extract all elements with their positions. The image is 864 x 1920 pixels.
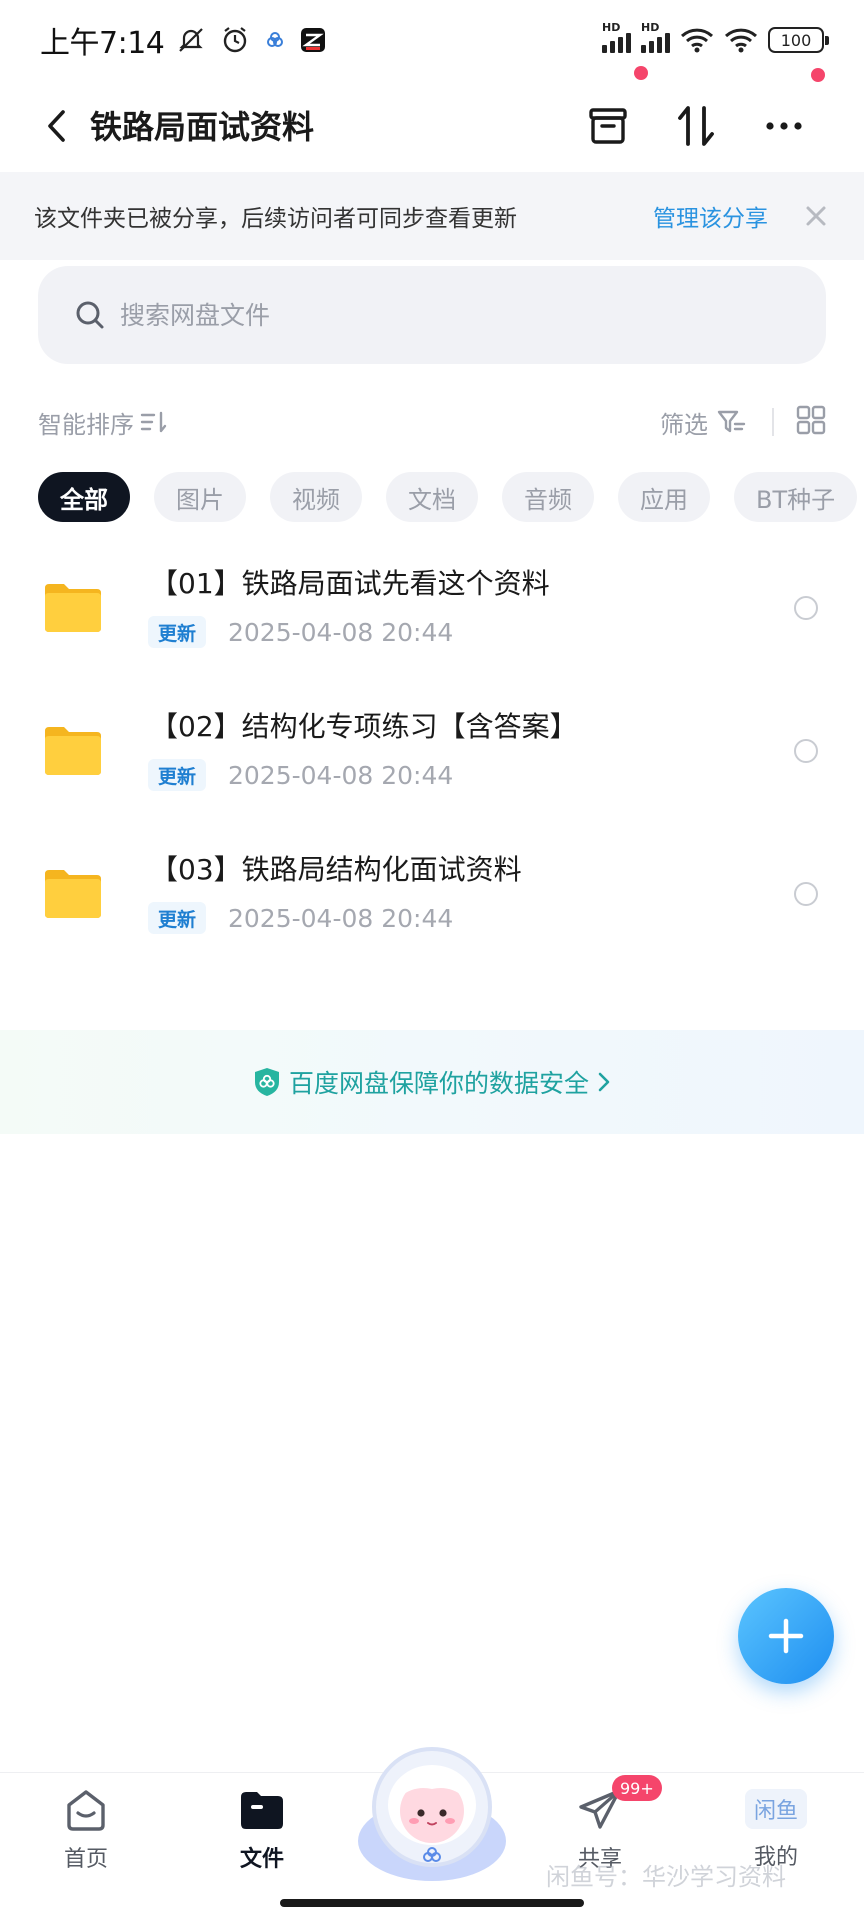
nav-home-label: 首页: [63, 1847, 108, 1872]
mute-icon: [179, 28, 204, 52]
file-list: 【01】铁路局面试先看这个资料 更新 2025-04-08 20:44 【02】…: [0, 536, 864, 965]
file-date: 2025-04-08 20:44: [228, 904, 454, 933]
list-item[interactable]: 【01】铁路局面试先看这个资料 更新 2025-04-08 20:44: [0, 536, 864, 679]
list-item[interactable]: 【03】铁路局结构化面试资料 更新 2025-04-08 20:44: [0, 822, 864, 965]
sort-button[interactable]: 智能排序: [38, 405, 168, 440]
header: 铁路局面试资料: [0, 66, 864, 172]
list-item[interactable]: 【02】结构化专项练习【含答案】 更新 2025-04-08 20:44: [0, 679, 864, 822]
divider: [772, 408, 774, 436]
close-banner-button[interactable]: [802, 202, 830, 230]
file-date: 2025-04-08 20:44: [228, 761, 454, 790]
notification-dot: [811, 68, 825, 82]
update-badge: 更新: [148, 902, 207, 934]
select-checkbox[interactable]: [794, 739, 818, 763]
chip-videos[interactable]: 视频: [270, 472, 362, 522]
sort-filter-row: 智能排序 筛选: [38, 400, 826, 444]
home-face-icon: [67, 1790, 105, 1831]
home-indicator: [280, 1899, 584, 1907]
security-banner[interactable]: 百度网盘保障你的数据安全: [0, 1030, 864, 1134]
chip-images[interactable]: 图片: [154, 472, 246, 522]
up-down-arrows-icon: [678, 106, 714, 146]
select-checkbox[interactable]: [794, 596, 818, 620]
back-button[interactable]: [34, 104, 78, 148]
sort-transfer-button[interactable]: [668, 98, 724, 154]
sort-label: 智能排序: [38, 410, 134, 439]
grid-view-icon: [796, 405, 826, 435]
chip-bt-torrents[interactable]: BT种子: [734, 472, 858, 522]
select-checkbox[interactable]: [794, 882, 818, 906]
filter-button[interactable]: 筛选: [660, 405, 746, 440]
capcut-icon: [301, 28, 326, 52]
signal-icon: HD: [602, 21, 631, 53]
folder-icon: [45, 727, 101, 775]
page-title: 铁路局面试资料: [90, 108, 315, 146]
share-count-badge: 99+: [612, 1775, 662, 1801]
more-dots-icon: [766, 122, 802, 130]
search-icon: [76, 301, 104, 329]
signal-icon-2: HD: [641, 21, 670, 53]
chip-documents[interactable]: 文档: [386, 472, 478, 522]
add-button[interactable]: [738, 1588, 834, 1684]
search-bar[interactable]: [38, 266, 826, 364]
nav-home[interactable]: 首页: [16, 1785, 156, 1873]
profile-icon: 闲鱼: [745, 1789, 807, 1829]
file-name: 【03】铁路局结构化面试资料: [150, 853, 522, 886]
share-banner-text: 该文件夹已被分享，后续访问者可同步查看更新: [34, 206, 517, 232]
file-name: 【01】铁路局面试先看这个资料: [150, 567, 550, 600]
mascot-ai-button[interactable]: [354, 1733, 510, 1889]
sort-icon: [140, 411, 167, 433]
chip-all[interactable]: 全部: [38, 472, 130, 522]
status-time: 上午7:14: [40, 26, 165, 61]
alarm-icon: [224, 27, 247, 53]
folder-filled-icon: [241, 1792, 283, 1829]
filter-icon: [717, 410, 746, 433]
bottom-nav: 首页 文件 共享 99+ 闲鱼 我的 闲鱼号：华沙学习资料: [0, 1747, 864, 1920]
close-icon: [806, 206, 826, 226]
shield-icon: [254, 1068, 279, 1096]
watermark-text: 闲鱼号：华沙学习资料: [546, 1863, 786, 1891]
mascot-icon: [358, 1747, 506, 1881]
chevron-left-icon: [48, 110, 65, 142]
wifi-6-icon: [724, 28, 758, 53]
folder-icon: [45, 870, 101, 918]
search-input[interactable]: [120, 300, 720, 330]
cloud-app-icon: [267, 32, 284, 47]
folder-icon: [45, 584, 101, 632]
wifi-icon: [680, 28, 714, 53]
archive-box-icon: [589, 108, 627, 144]
grid-view-button[interactable]: [796, 405, 826, 439]
plus-icon: [768, 1618, 804, 1654]
svg-text:闲鱼: 闲鱼: [754, 1799, 798, 1824]
category-chips: 全部 图片 视频 文档 音频 应用 BT种子: [38, 472, 864, 524]
battery-icon: 100: [768, 27, 829, 53]
update-badge: 更新: [148, 759, 207, 791]
notification-dot: [634, 66, 648, 80]
chip-audio[interactable]: 音频: [502, 472, 594, 522]
chevron-right-icon: [598, 1072, 610, 1092]
transfer-list-button[interactable]: [580, 98, 636, 154]
filter-label: 筛选: [660, 410, 708, 439]
file-date: 2025-04-08 20:44: [228, 618, 454, 647]
more-button[interactable]: [756, 98, 812, 154]
file-name: 【02】结构化专项练习【含答案】: [150, 710, 578, 743]
security-text: 百度网盘保障你的数据安全: [288, 1069, 589, 1098]
update-badge: 更新: [148, 616, 207, 648]
chip-apps[interactable]: 应用: [618, 472, 710, 522]
manage-share-link[interactable]: 管理该分享: [653, 199, 768, 233]
nav-files-label: 文件: [239, 1847, 284, 1872]
status-bar: 上午7:14 HD HD 100: [0, 0, 864, 80]
share-banner: 该文件夹已被分享，后续访问者可同步查看更新 管理该分享: [0, 172, 864, 260]
nav-files[interactable]: 文件: [192, 1785, 332, 1873]
